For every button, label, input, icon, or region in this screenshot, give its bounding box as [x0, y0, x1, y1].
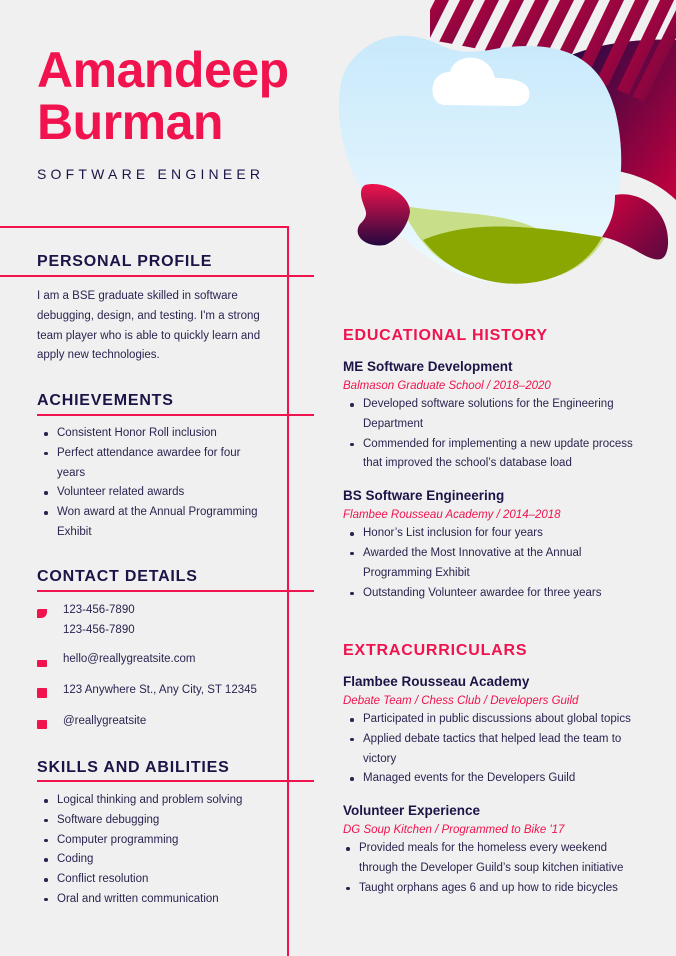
list-item: Commended for implementing a new update …	[343, 435, 633, 475]
list-item: Volunteer related awards	[37, 483, 262, 503]
list-item: Computer programming	[37, 831, 277, 851]
list-item: Perfect attendance awardee for four year…	[37, 444, 262, 484]
achievements-list: Consistent Honor Roll inclusion Perfect …	[37, 424, 262, 543]
list-item: Awarded the Most Innovative at the Annua…	[343, 544, 623, 584]
phone-1[interactable]: 123-456-7890	[63, 601, 135, 621]
list-item: Oral and written communication	[37, 890, 277, 910]
decorative-illustration	[338, 0, 676, 284]
list-item: Coding	[37, 850, 277, 870]
activity-title: Volunteer Experience	[343, 803, 481, 819]
list-item: Participated in public discussions about…	[343, 710, 648, 730]
list-item: Applied debate tactics that helped lead …	[343, 730, 648, 770]
degree: ME Software Development	[343, 359, 513, 374]
last-name: Burman	[37, 94, 223, 150]
list-item: Developed software solutions for the Eng…	[343, 395, 633, 435]
list-item: Conflict resolution	[37, 870, 277, 890]
phone-icon	[37, 601, 63, 623]
activity-subtitle: Debate Team / Chess Club / Developers Gu…	[343, 695, 579, 707]
list-item: Software debugging	[37, 811, 277, 831]
green-hill	[423, 226, 602, 284]
list-item: Logical thinking and problem solving	[37, 791, 277, 811]
achievements-heading: ACHIEVEMENTS	[37, 392, 174, 409]
school: Balmason Graduate School / 2018–2020	[343, 380, 551, 392]
extracurriculars-heading: EXTRACURRICULARS	[343, 642, 528, 659]
phone-2[interactable]: 123-456-7890	[63, 621, 135, 641]
divider	[37, 414, 314, 416]
profile-heading: PERSONAL PROFILE	[37, 253, 213, 270]
list-item: Provided meals for the homeless every we…	[339, 839, 644, 879]
contact-heading: CONTACT DETAILS	[37, 568, 198, 585]
home-icon	[37, 681, 63, 703]
education-heading: EDUCATIONAL HISTORY	[343, 327, 548, 344]
list-item: Managed events for the Developers Guild	[343, 769, 648, 789]
skills-list: Logical thinking and problem solving Sof…	[37, 791, 277, 910]
activity-title: Flambee Rousseau Academy	[343, 674, 530, 689]
school: Flambee Rousseau Academy / 2014–2018	[343, 509, 561, 522]
degree: BS Software Engineering	[343, 488, 505, 504]
mail-icon	[37, 650, 63, 672]
divider	[37, 780, 314, 782]
email[interactable]: hello@reallygreatsite.com	[63, 650, 195, 670]
list-item: Honor’s List inclusion for four years	[343, 524, 623, 544]
profile-text: I am a BSE graduate skilled in software …	[37, 290, 261, 362]
divider-top	[0, 226, 289, 228]
list-item: Consistent Honor Roll inclusion	[37, 424, 262, 444]
divider	[0, 275, 314, 277]
linkedin-icon	[37, 712, 63, 734]
contact-list: 123-456-7890 123-456-7890 hello@reallygre…	[37, 601, 287, 743]
list-item: Outstanding Volunteer awardee for three …	[343, 584, 623, 604]
social-handle[interactable]: @reallygreatsite	[63, 712, 146, 732]
extracurriculars-section: EXTRACURRICULARS Flambee Rousseau Academ…	[343, 642, 653, 899]
address: 123 Anywhere St., Any City, ST 12345	[63, 683, 257, 696]
first-name: Amandeep	[37, 42, 289, 98]
skills-heading: SKILLS AND ABILITIES	[37, 759, 230, 776]
candidate-name: Amandeep Burman	[37, 44, 289, 148]
list-item: Won award at the Annual Programming Exhi…	[37, 503, 262, 543]
divider	[37, 590, 314, 592]
education-section: EDUCATIONAL HISTORY ME Software Developm…	[343, 327, 643, 603]
activity-subtitle: DG Soup Kitchen / Programmed to Bike '17	[343, 824, 565, 837]
job-title: SOFTWARE ENGINEER	[37, 166, 265, 182]
list-item: Taught orphans ages 6 and up how to ride…	[339, 879, 644, 899]
